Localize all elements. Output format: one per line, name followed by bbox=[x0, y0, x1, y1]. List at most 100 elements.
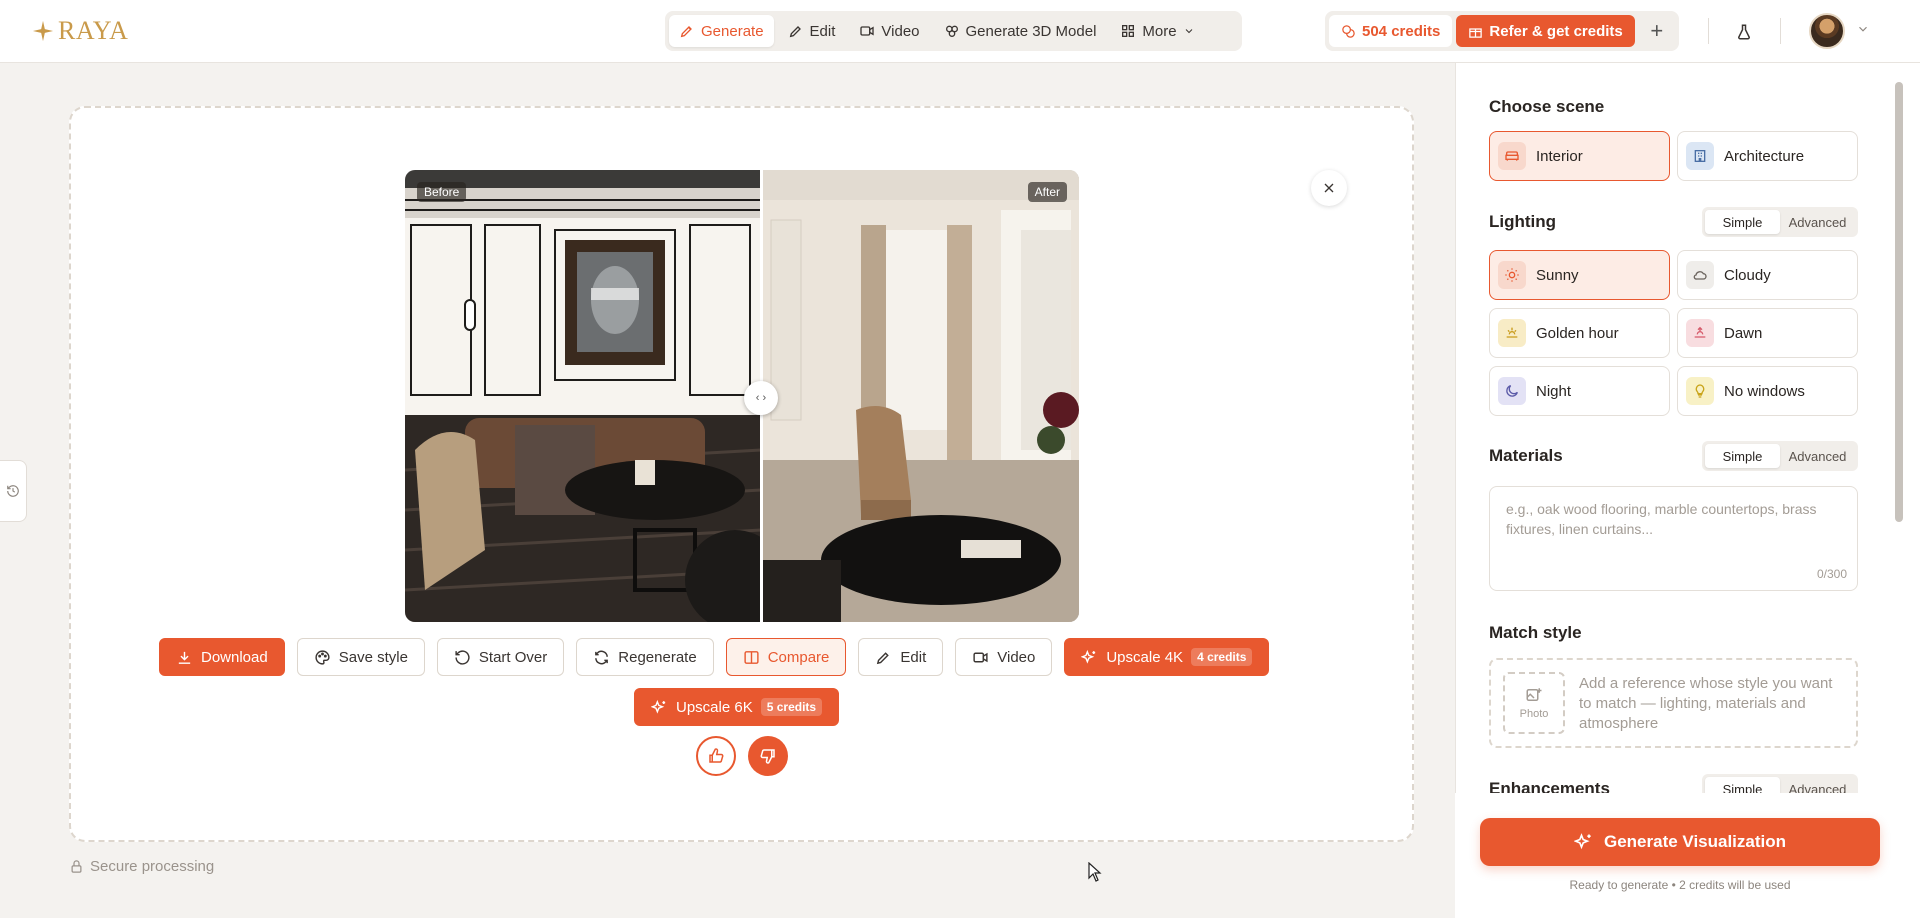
rotate-ccw-icon bbox=[455, 649, 470, 665]
secure-processing: Secure processing bbox=[69, 858, 214, 875]
thumbs-up-button[interactable] bbox=[696, 736, 736, 776]
compare-handle[interactable]: ‹ › bbox=[744, 381, 778, 415]
before-after-compare[interactable]: ‹ › Before After bbox=[405, 170, 1079, 622]
button-label: Save style bbox=[338, 648, 408, 666]
save-style-button[interactable]: Save style bbox=[296, 638, 425, 676]
history-tab[interactable] bbox=[0, 460, 27, 522]
refresh-icon bbox=[595, 650, 609, 664]
flask-icon bbox=[1737, 24, 1751, 40]
sofa-icon bbox=[1498, 142, 1526, 170]
tab-generate-3d[interactable]: Generate 3D Model bbox=[934, 15, 1107, 47]
tab-generate[interactable]: Generate bbox=[669, 15, 774, 47]
scene-architecture[interactable]: Architecture bbox=[1677, 131, 1858, 181]
lighting-night[interactable]: Night bbox=[1489, 366, 1670, 416]
edit-button[interactable]: Edit bbox=[858, 638, 944, 676]
gift-icon bbox=[1469, 27, 1483, 38]
sunrise-icon bbox=[1686, 319, 1714, 347]
generate-note: Ready to generate • 2 credits will be us… bbox=[1569, 878, 1791, 892]
lighting-dawn[interactable]: Dawn bbox=[1677, 308, 1858, 358]
generate-visualization-button[interactable]: Generate Visualization bbox=[1480, 818, 1880, 866]
credit-cost-badge: 5 credits bbox=[760, 698, 823, 716]
sparkles-icon bbox=[1081, 649, 1096, 664]
download-button[interactable]: Download bbox=[159, 638, 285, 676]
before-image bbox=[405, 170, 761, 622]
lighting-no-windows[interactable]: No windows bbox=[1677, 366, 1858, 416]
tab-label: More bbox=[1142, 22, 1177, 40]
cube-icon bbox=[945, 25, 958, 37]
credits-button[interactable]: 504 credits bbox=[1329, 15, 1453, 47]
after-image bbox=[761, 170, 1079, 622]
regenerate-button[interactable]: Regenerate bbox=[576, 638, 714, 676]
panel-scrollbar-thumb[interactable] bbox=[1895, 82, 1903, 522]
photo-label: Photo bbox=[1519, 708, 1549, 720]
thumbs-down-icon bbox=[760, 749, 775, 764]
scene-interior[interactable]: Interior bbox=[1489, 131, 1670, 181]
upscale-6k-button[interactable]: Upscale 6K 5 credits bbox=[634, 688, 840, 726]
scene-title: Choose scene bbox=[1489, 97, 1605, 116]
materials-simple[interactable]: Simple bbox=[1705, 444, 1780, 468]
after-label: After bbox=[1027, 182, 1067, 202]
top-bar: RAYA Generate Edit Video Generate 3D Mod… bbox=[0, 0, 1920, 63]
pencil-icon bbox=[789, 26, 801, 38]
plus-icon: + bbox=[1650, 18, 1664, 43]
lightbulb-icon bbox=[1686, 377, 1714, 405]
moon-icon bbox=[1498, 377, 1526, 405]
pencil-spark-icon bbox=[680, 26, 692, 38]
settings-panel: Choose scene Interior Architecture Light… bbox=[1455, 63, 1920, 918]
logo[interactable]: RAYA bbox=[32, 16, 128, 46]
palette-icon bbox=[315, 649, 330, 665]
building-icon bbox=[1686, 142, 1714, 170]
button-label: Start Over bbox=[478, 648, 548, 666]
sparkles-icon bbox=[1573, 833, 1591, 850]
generate-label: Generate Visualization bbox=[1603, 832, 1787, 851]
lighting-mode-toggle: Simple Advanced bbox=[1702, 207, 1858, 237]
materials-title: Materials bbox=[1489, 446, 1563, 465]
materials-advanced[interactable]: Advanced bbox=[1780, 444, 1855, 468]
refer-button[interactable]: Refer & get credits bbox=[1456, 15, 1635, 47]
divider bbox=[1708, 18, 1709, 44]
download-icon bbox=[178, 651, 191, 664]
option-label: Night bbox=[1536, 382, 1572, 400]
video-icon bbox=[973, 652, 988, 662]
button-label: Edit bbox=[900, 648, 927, 666]
grid-icon bbox=[1122, 24, 1135, 37]
secure-label: Secure processing bbox=[90, 858, 215, 875]
photoreal-render bbox=[761, 170, 1079, 622]
match-style-title: Match style bbox=[1489, 623, 1582, 642]
avatar[interactable] bbox=[1809, 13, 1845, 49]
tab-more[interactable]: More bbox=[1110, 15, 1204, 47]
cloud-icon bbox=[1686, 261, 1714, 289]
materials-input[interactable]: e.g., oak wood flooring, marble countert… bbox=[1489, 486, 1858, 591]
lock-icon bbox=[71, 860, 82, 873]
labs-button[interactable] bbox=[1730, 18, 1758, 46]
photo-upload[interactable]: Photo bbox=[1503, 672, 1565, 734]
upscale-4k-button[interactable]: Upscale 4K 4 credits bbox=[1064, 638, 1270, 676]
add-button[interactable]: + bbox=[1639, 15, 1675, 47]
lighting-sunny[interactable]: Sunny bbox=[1489, 250, 1670, 300]
image-plus-icon bbox=[1526, 688, 1542, 701]
close-result-button[interactable] bbox=[1311, 170, 1347, 206]
chevron-down-icon[interactable] bbox=[1856, 22, 1870, 36]
lighting-cloudy[interactable]: Cloudy bbox=[1677, 250, 1858, 300]
video-button[interactable]: Video bbox=[955, 638, 1053, 676]
tab-video[interactable]: Video bbox=[849, 15, 929, 47]
compare-button[interactable]: Compare bbox=[725, 638, 847, 676]
credit-cost-badge: 4 credits bbox=[1191, 648, 1253, 666]
option-label: No windows bbox=[1724, 382, 1805, 400]
materials-placeholder: e.g., oak wood flooring, marble countert… bbox=[1506, 501, 1817, 537]
thumbs-down-button[interactable] bbox=[748, 736, 788, 776]
match-style-dropzone[interactable]: Photo Add a reference whose style you wa… bbox=[1489, 658, 1858, 748]
tab-label: Generate 3D Model bbox=[965, 22, 1097, 40]
materials-mode-toggle: Simple Advanced bbox=[1702, 441, 1858, 471]
start-over-button[interactable]: Start Over bbox=[436, 638, 565, 676]
history-icon bbox=[7, 485, 19, 497]
lighting-simple[interactable]: Simple bbox=[1705, 210, 1780, 234]
lighting-advanced[interactable]: Advanced bbox=[1780, 210, 1855, 234]
video-icon bbox=[860, 26, 875, 36]
divider bbox=[1780, 18, 1781, 44]
button-label: Compare bbox=[767, 648, 830, 666]
tab-edit[interactable]: Edit bbox=[778, 15, 846, 47]
sparkle-logo-icon bbox=[32, 20, 54, 42]
lighting-golden-hour[interactable]: Golden hour bbox=[1489, 308, 1670, 358]
mouse-cursor-icon bbox=[1088, 862, 1102, 882]
